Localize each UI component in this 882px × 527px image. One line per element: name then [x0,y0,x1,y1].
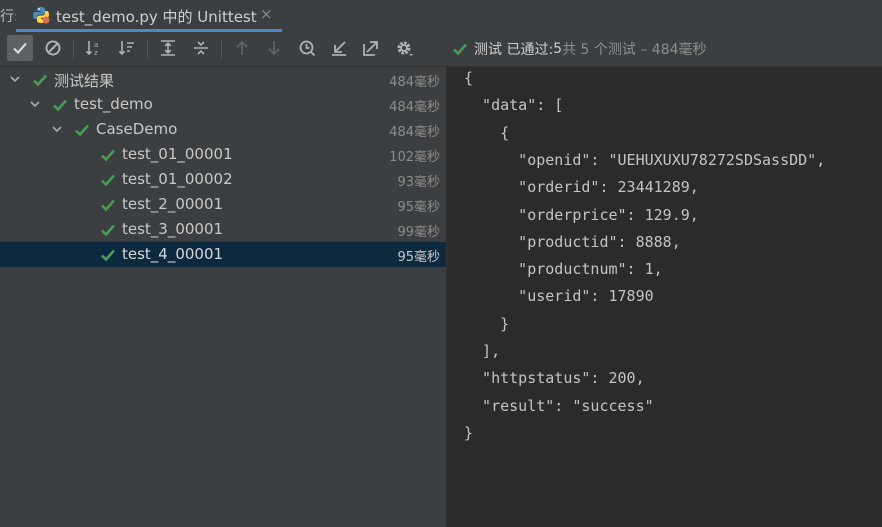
tab-title: test_demo.py 中的 Unittest [56,8,257,26]
tree-row[interactable]: CaseDemo 484毫秒 [0,117,446,142]
console-line: "productid": 8888, [464,232,681,251]
test-history-icon [299,40,316,57]
console-line: "userid": 17890 [464,287,654,306]
test-history-button[interactable] [294,35,320,61]
tree-row[interactable]: test_3_00001 99毫秒 [0,217,446,242]
console-line: } [464,314,510,333]
tree-row-duration: 99毫秒 [397,225,440,240]
previous-failed-icon [236,40,248,55]
test-tree: 测试结果 484毫秒 test_demo 484毫秒 CaseDemo 484毫秒 test… [0,67,446,527]
export-results-icon [363,41,378,56]
tree-row[interactable]: test_01_00002 93毫秒 [0,167,446,192]
expand-all-button[interactable] [155,35,181,61]
sort-by-duration-icon [118,41,134,56]
test-status: 测试 已通过: 5共 5 个测试 – 484毫秒 [452,39,707,59]
tree-row-duration: 93毫秒 [397,175,440,190]
toolbar-separator [73,39,74,59]
passed-check-icon [101,224,115,237]
chevron-down-icon[interactable] [8,72,22,86]
console-output[interactable]: { "data": [ { "openid": "UEHUXUXU78272SD… [447,67,882,527]
settings-button[interactable] [391,35,417,61]
import-tests-icon [332,41,346,56]
passed-check-icon [101,249,115,262]
console-line: } [464,423,474,442]
status-label: 测试 已通过: [474,42,554,58]
passed-check-icon [101,174,115,187]
tree-row[interactable]: test_4_00001 95毫秒 [0,242,446,267]
passed-check-icon [101,149,115,162]
expand-all-icon [161,40,175,56]
console-line: "httpstatus": 200, [464,369,645,388]
python-test-icon [31,5,51,25]
status-total: 共 5 个测试 – 484毫秒 [562,42,707,58]
collapse-all-button[interactable] [188,35,214,61]
console-line: "openid": "UEHUXUXU78272SDSassDD", [464,150,826,169]
console-line: "data": [ [464,96,564,115]
tree-row[interactable]: test_01_00001 102毫秒 [0,142,446,167]
tree-row-name: 测试结果 [54,72,115,90]
tab-bar: 行: test_demo.py 中的 Unittest × [0,0,882,33]
tree-row-name: test_01_00002 [122,170,233,188]
tree-row-name: test_01_00001 [122,145,233,163]
sort-alphabetically-button[interactable]: az [81,35,107,61]
passed-check-icon [75,124,89,137]
tree-row-duration: 95毫秒 [397,250,440,265]
passed-check-icon [453,43,467,56]
next-failed-button[interactable] [261,35,287,61]
console-line: "result": "success" [464,396,654,415]
export-results-button[interactable] [358,35,384,61]
console-line: "orderid": 23441289, [464,178,699,197]
tree-row-duration: 484毫秒 [389,75,440,90]
status-passed-count: 5 [553,41,563,57]
show-ignored-button[interactable] [40,35,66,61]
tree-row[interactable]: 测试结果 484毫秒 [0,67,446,92]
tree-row-name: test_3_00001 [122,220,224,238]
console-line: { [464,69,474,87]
tree-row[interactable]: test_2_00001 95毫秒 [0,192,446,217]
test-toolbar: az 测试 已通过: 5共 5 个测试 – 484毫秒 [0,32,882,67]
show-ignored-icon [45,40,61,56]
passed-check-icon [53,99,67,112]
toolbar-separator [147,39,148,59]
collapse-all-icon [194,41,208,55]
chevron-down-icon[interactable] [28,97,42,111]
tree-row-duration: 95毫秒 [397,200,440,215]
tree-row-name: CaseDemo [96,120,178,138]
next-failed-icon [268,41,280,56]
passed-check-icon [101,199,115,212]
chevron-down-icon[interactable] [50,122,64,136]
tree-row-duration: 484毫秒 [389,100,440,115]
console-line: { [464,123,510,142]
tree-row[interactable]: test_demo 484毫秒 [0,92,446,117]
sort-alphabetically-icon: az [85,41,98,57]
tree-row-duration: 484毫秒 [389,125,440,140]
tree-row-duration: 102毫秒 [389,150,440,165]
close-tab-icon[interactable]: × [260,5,273,23]
svg-text:z: z [94,49,98,57]
passed-check-icon [33,74,47,87]
console-line: ], [464,342,501,360]
previous-failed-button[interactable] [229,35,255,61]
console-line: "productnum": 1, [464,260,663,279]
settings-gear-icon [397,41,413,56]
console-line: "orderprice": 129.9, [464,205,699,224]
sort-by-duration-button[interactable] [114,35,140,61]
show-passed-button[interactable] [7,35,33,61]
toolbar-separator [221,39,222,59]
tree-row-name: test_demo [74,95,153,113]
run-tab[interactable]: test_demo.py 中的 Unittest × [16,0,282,32]
import-tests-button[interactable] [326,35,352,61]
show-passed-icon [13,42,27,55]
tree-row-name: test_2_00001 [122,195,224,213]
svg-text:a: a [94,41,98,49]
tree-row-name: test_4_00001 [122,245,224,263]
